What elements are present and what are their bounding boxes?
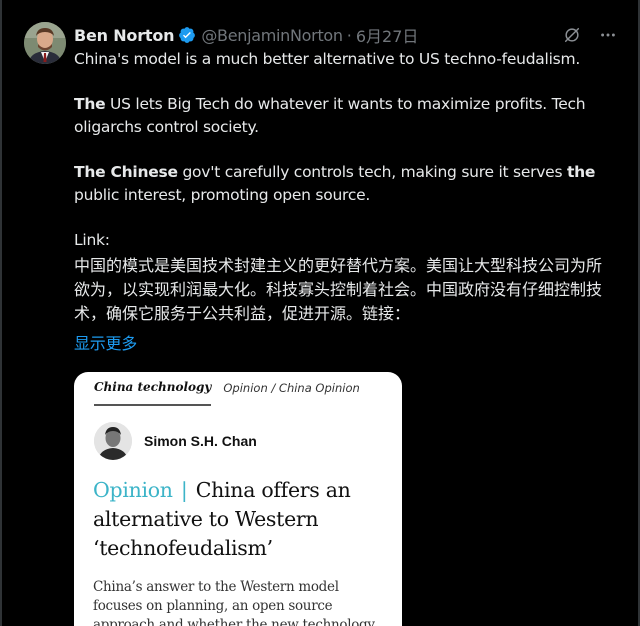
card-nav: China technology Opinion / China Opinion xyxy=(94,380,360,406)
tweet-actions-top xyxy=(562,25,618,45)
author-avatar[interactable] xyxy=(24,22,66,64)
card-breadcrumb: Opinion / China Opinion xyxy=(223,381,360,395)
card-author-row: Simon S.H. Chan xyxy=(94,422,257,460)
tweet-line-1: China's model is a much better alternati… xyxy=(74,50,580,68)
header-separator: · xyxy=(346,25,352,45)
tweet-header: Ben Norton @BenjaminNorton · 6月27日 xyxy=(74,23,419,47)
card-section-label: China technology xyxy=(94,380,212,406)
link-preview-card[interactable]: China technology Opinion / China Opinion… xyxy=(74,372,402,626)
author-handle[interactable]: @BenjaminNorton xyxy=(201,26,343,45)
card-author-photo xyxy=(94,422,132,460)
frame-border-left xyxy=(0,0,2,626)
paragraph-2-text: US lets Big Tech do whatever it wants to… xyxy=(74,95,586,136)
card-headline: Opinion | China offers an alternative to… xyxy=(93,476,393,563)
paragraph-3-text-b: public interest, promoting open source. xyxy=(74,186,371,204)
show-more-link[interactable]: 显示更多 xyxy=(74,332,137,355)
grok-icon[interactable] xyxy=(562,25,582,45)
avatar-image xyxy=(24,22,66,64)
headline-opinion-label: Opinion xyxy=(93,478,173,502)
bold-the-2: the xyxy=(566,163,596,181)
bold-the: The xyxy=(74,95,106,113)
paragraph-3-text-a: gov't carefully controls tech, making su… xyxy=(177,163,567,181)
translation-text: 中国的模式是美国技术封建主义的更好替代方案。美国让大型科技公司为所欲为，以实现利… xyxy=(74,256,603,323)
tweet-paragraph-3: The Chinese gov't carefully controls tec… xyxy=(74,161,614,207)
author-name[interactable]: Ben Norton xyxy=(74,26,175,45)
bold-the-chinese: The Chinese xyxy=(74,163,178,181)
more-options-icon[interactable] xyxy=(598,25,618,45)
headline-separator: | xyxy=(180,478,188,502)
verified-badge-icon xyxy=(178,26,196,44)
tweet-paragraph-2: The US lets Big Tech do whatever it want… xyxy=(74,93,614,139)
card-summary: China’s answer to the Western model focu… xyxy=(93,579,375,626)
tweet-date[interactable]: 6月27日 xyxy=(356,23,419,47)
link-label: Link: xyxy=(74,231,110,249)
card-byline: Simon S.H. Chan xyxy=(144,433,257,449)
tweet-body: China's model is a much better alternati… xyxy=(74,48,614,356)
